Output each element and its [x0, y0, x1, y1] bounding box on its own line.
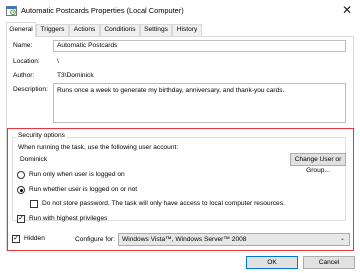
tab-actions[interactable]: Actions: [69, 24, 100, 36]
author-value: T3\Dominick: [57, 72, 94, 79]
account-prompt: When running the task, use the following…: [18, 144, 179, 151]
close-icon[interactable]: ✕: [340, 3, 354, 17]
name-field[interactable]: Automatic Postcards: [53, 40, 346, 52]
radio-logged-on[interactable]: [17, 171, 25, 179]
configure-for-label: Configure for:: [75, 236, 115, 243]
configure-for-select[interactable]: Windows Vista™, Windows Server™ 2008 ⌄: [118, 233, 350, 246]
cancel-button[interactable]: Cancel: [303, 256, 355, 269]
user-account-field: Dominick: [16, 154, 286, 165]
tab-history[interactable]: History: [172, 24, 202, 36]
ok-button[interactable]: OK: [246, 256, 298, 269]
window-title: Automatic Postcards Properties (Local Co…: [21, 6, 184, 15]
location-label: Location:: [13, 58, 40, 65]
radio-logged-on-or-not[interactable]: [17, 186, 25, 194]
name-label: Name:: [13, 42, 33, 49]
security-options-title: Security options: [16, 132, 67, 139]
tab-conditions[interactable]: Conditions: [100, 24, 140, 36]
no-store-password-label: Do not store password. The task will onl…: [42, 200, 285, 207]
task-scheduler-icon: [6, 6, 17, 16]
tab-general[interactable]: General: [6, 22, 36, 37]
location-value: \: [57, 58, 59, 65]
change-user-button[interactable]: Change User or Group...: [290, 153, 346, 174]
tab-settings[interactable]: Settings: [140, 24, 172, 36]
description-field[interactable]: Runs once a week to generate my birthday…: [53, 83, 346, 123]
configure-for-value: Windows Vista™, Windows Server™ 2008: [122, 236, 247, 243]
hidden-checkbox[interactable]: ✓: [12, 235, 20, 243]
description-label: Description:: [13, 86, 48, 93]
hidden-label: Hidden: [24, 235, 45, 242]
radio-logged-on-label: Run only when user is logged on: [29, 171, 125, 178]
radio-logged-on-or-not-label: Run whether user is logged on or not: [29, 186, 138, 193]
title-bar: Automatic Postcards Properties (Local Co…: [0, 0, 360, 22]
tab-triggers[interactable]: Triggers: [36, 24, 69, 36]
highest-privileges-checkbox[interactable]: ✓: [17, 215, 25, 223]
no-store-password-checkbox[interactable]: [30, 200, 38, 208]
highest-privileges-label: Run with highest privileges: [29, 215, 108, 222]
author-label: Author:: [13, 72, 35, 79]
chevron-down-icon: ⌄: [339, 236, 345, 242]
